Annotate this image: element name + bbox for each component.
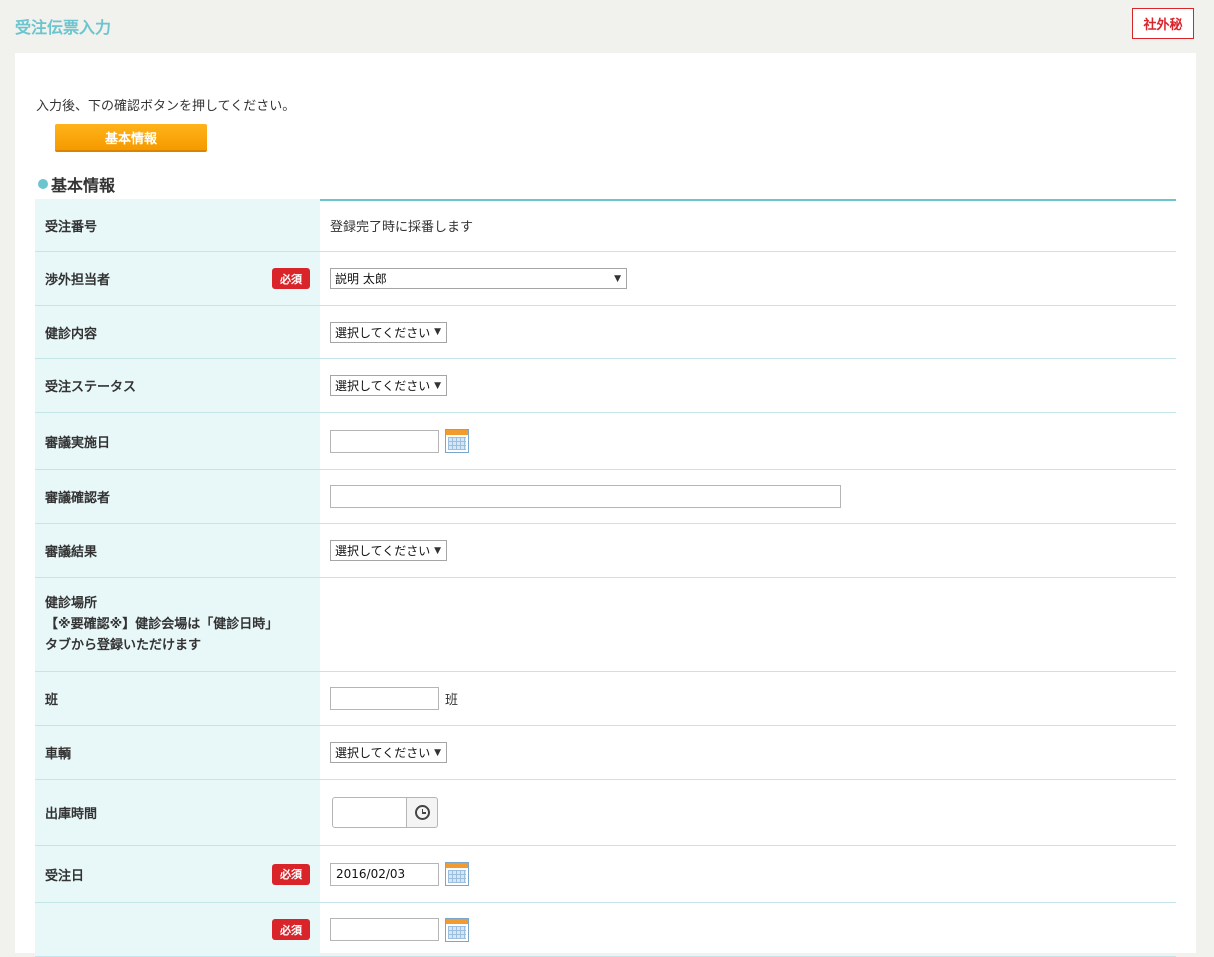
team-unit: 班 bbox=[445, 693, 459, 708]
row-order-date: 受注日 必須 2016/02/03 bbox=[35, 846, 1176, 903]
row-checkup-location: 健診場所 【※要確認※】健診会場は「健診日時」 タブから登録いただけます bbox=[35, 578, 1176, 672]
label-next-partial: 必須 bbox=[35, 903, 320, 956]
label-order-status: 受注ステータス bbox=[35, 359, 320, 412]
label-checkup-content: 健診内容 bbox=[35, 306, 320, 358]
label-text: 受注ステータス bbox=[45, 380, 137, 395]
chevron-down-icon: ▼ bbox=[434, 747, 441, 758]
label-text: 受注番号 bbox=[45, 219, 98, 235]
calendar-icon[interactable] bbox=[445, 917, 469, 942]
row-next-partial: 必須 bbox=[35, 903, 1176, 957]
label-note: タブから登録いただけます bbox=[45, 638, 202, 653]
row-order-number: 受注番号 登録完了時に採番します bbox=[35, 199, 1176, 252]
review-result-select[interactable]: 選択してください ▼ bbox=[330, 540, 447, 561]
circle-bullet-icon bbox=[38, 179, 48, 189]
departure-time-group bbox=[332, 797, 438, 828]
label-text: 班 bbox=[45, 693, 59, 708]
chevron-down-icon: ▼ bbox=[434, 380, 441, 391]
label-review-date: 審議実施日 bbox=[35, 413, 320, 469]
label-text: 審議確認者 bbox=[45, 491, 111, 506]
page-title: 受注伝票入力 bbox=[15, 18, 112, 37]
row-departure-time: 出庫時間 bbox=[35, 780, 1176, 846]
section-title: 基本情報 bbox=[51, 176, 116, 195]
form-table: 受注番号 登録完了時に採番します 渉外担当者 必須 説明 太郎 ▼ 健診内容 選… bbox=[35, 199, 1176, 957]
select-value: 選択してください bbox=[335, 379, 431, 393]
label-text: 渉外担当者 bbox=[45, 273, 111, 288]
label-text: 審議結果 bbox=[45, 545, 98, 560]
row-review-confirmer: 審議確認者 bbox=[35, 470, 1176, 524]
label-sales-rep: 渉外担当者 必須 bbox=[35, 252, 320, 305]
sales-rep-select[interactable]: 説明 太郎 ▼ bbox=[330, 268, 627, 289]
label-text: 健診場所 bbox=[45, 596, 98, 611]
select-value: 説明 太郎 bbox=[335, 272, 387, 286]
label-departure-time: 出庫時間 bbox=[35, 780, 320, 845]
order-date-input[interactable]: 2016/02/03 bbox=[330, 862, 439, 886]
instruction-text: 入力後、下の確認ボタンを押してください。 bbox=[36, 99, 296, 114]
clock-icon bbox=[414, 805, 430, 820]
row-review-date: 審議実施日 bbox=[35, 413, 1176, 470]
order-number-value: 登録完了時に採番します bbox=[330, 219, 474, 235]
clock-button[interactable] bbox=[407, 797, 438, 828]
label-review-confirmer: 審議確認者 bbox=[35, 470, 320, 523]
calendar-icon[interactable] bbox=[445, 862, 469, 886]
row-sales-rep: 渉外担当者 必須 説明 太郎 ▼ bbox=[35, 252, 1176, 306]
select-value: 選択してください bbox=[335, 544, 431, 558]
select-value: 選択してください bbox=[335, 746, 431, 760]
chevron-down-icon: ▼ bbox=[614, 273, 621, 284]
label-checkup-location: 健診場所 【※要確認※】健診会場は「健診日時」 タブから登録いただけます bbox=[35, 578, 320, 671]
required-badge: 必須 bbox=[272, 863, 310, 885]
label-text: 車輌 bbox=[45, 747, 72, 762]
label-vehicle: 車輌 bbox=[35, 726, 320, 779]
checkup-content-select[interactable]: 選択してください ▼ bbox=[330, 321, 447, 343]
row-vehicle: 車輌 選択してください ▼ bbox=[35, 726, 1176, 780]
label-order-number: 受注番号 bbox=[35, 199, 320, 251]
team-input[interactable] bbox=[330, 687, 439, 710]
row-order-status: 受注ステータス 選択してください ▼ bbox=[35, 359, 1176, 413]
section-heading: 基本情報 bbox=[35, 169, 1176, 201]
tab-basic-info[interactable]: 基本情報 bbox=[55, 124, 207, 152]
row-checkup-content: 健診内容 選択してください ▼ bbox=[35, 306, 1176, 359]
departure-time-input[interactable] bbox=[332, 797, 407, 828]
chevron-down-icon: ▼ bbox=[434, 545, 441, 556]
label-team: 班 bbox=[35, 672, 320, 725]
label-text: 出庫時間 bbox=[45, 807, 98, 822]
label-note: 【※要確認※】健診会場は「健診日時」 bbox=[45, 617, 279, 632]
required-badge: 必須 bbox=[272, 268, 310, 289]
chevron-down-icon: ▼ bbox=[434, 327, 441, 337]
main-panel: 入力後、下の確認ボタンを押してください。 基本情報 基本情報 受注番号 登録完了… bbox=[15, 53, 1196, 957]
row-team: 班 班 bbox=[35, 672, 1176, 726]
label-order-date: 受注日 必須 bbox=[35, 846, 320, 902]
order-status-select[interactable]: 選択してください ▼ bbox=[330, 375, 447, 396]
label-review-result: 審議結果 bbox=[35, 524, 320, 577]
label-text: 審議実施日 bbox=[45, 435, 111, 451]
review-date-input[interactable] bbox=[330, 429, 439, 453]
row-review-result: 審議結果 選択してください ▼ bbox=[35, 524, 1176, 578]
required-badge: 必須 bbox=[272, 919, 310, 940]
vehicle-select[interactable]: 選択してください ▼ bbox=[330, 742, 447, 763]
label-text: 受注日 bbox=[45, 868, 85, 884]
confidential-badge: 社外秘 bbox=[1132, 8, 1194, 39]
label-text: 健診内容 bbox=[45, 326, 98, 342]
review-confirmer-input[interactable] bbox=[330, 485, 841, 508]
select-value: 選択してください bbox=[335, 325, 431, 340]
next-input[interactable] bbox=[330, 918, 439, 941]
calendar-icon[interactable] bbox=[445, 429, 469, 453]
